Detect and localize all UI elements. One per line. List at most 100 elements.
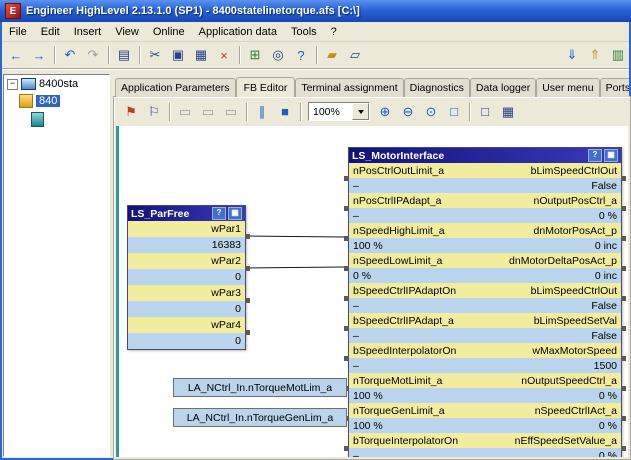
expander-icon[interactable]: −	[7, 79, 18, 90]
insert-fb-icon[interactable]: ⊞	[244, 45, 266, 66]
pin-label-input[interactable]: nSpeedLowLimit_a	[353, 255, 442, 267]
stop-icon[interactable]: ■	[274, 101, 296, 122]
pin-label-input[interactable]: nSpeedHighLimit_a	[353, 225, 445, 237]
tree-node-root[interactable]: − 8400sta	[4, 75, 109, 91]
block-help-icon[interactable]: ?	[588, 149, 602, 162]
title-bar[interactable]: E Engineer HighLevel 2.13.1.0 (SP1) - 84…	[0, 0, 631, 22]
tab-diagnostics[interactable]: Diagnostics	[404, 78, 470, 97]
port-reference-torque-mot[interactable]: LA_NCtrl_In.nTorqueMotLim_a	[173, 378, 347, 397]
zoom-dropdown-icon[interactable]	[352, 103, 369, 120]
sheet-flag-icon[interactable]: ⚑	[120, 101, 142, 122]
save-icon[interactable]: ▤	[113, 45, 135, 66]
zoom-original-icon[interactable]: ⊙	[420, 101, 442, 122]
pin-label-output[interactable]: bLimSpeedCtrlOut	[531, 285, 617, 297]
go-online-icon[interactable]: ▰	[321, 45, 343, 66]
copy-icon[interactable]: ▣	[167, 45, 189, 66]
order-c-icon[interactable]: ▭	[220, 101, 242, 122]
connection-line[interactable]	[247, 267, 345, 268]
output-connectors[interactable]	[621, 176, 626, 451]
pin-value: –	[353, 330, 359, 342]
output-connectors[interactable]	[245, 234, 250, 336]
upload-icon[interactable]: ⇑	[584, 45, 606, 66]
pause-icon[interactable]: ∥	[251, 101, 273, 122]
pin-label-output[interactable]: wPar4	[211, 319, 241, 331]
zoom-out-icon[interactable]: ⊖	[397, 101, 419, 122]
connection-line[interactable]	[247, 236, 345, 237]
forward-icon[interactable]: →	[28, 45, 50, 66]
pin-label-output[interactable]: wPar2	[211, 255, 241, 267]
tab-user-menu[interactable]: User menu	[536, 78, 599, 97]
pin-label-input[interactable]: nTorqueMotLimit_a	[353, 375, 442, 387]
tab-application-parameters[interactable]: Application Parameters	[115, 78, 236, 97]
pin-label-input[interactable]: bSpeedCtrlIPAdapt_a	[353, 315, 454, 327]
search-icon[interactable]: ◎	[267, 45, 289, 66]
redo-icon[interactable]: ↷	[82, 45, 104, 66]
fb-editor-panel: ⚑ ⚐ ▭ ▭ ▭ ∥ ■ 100% ⊕ ⊖ ⊙ □ □ ▦	[113, 96, 631, 460]
tree-node-label-selected[interactable]: 840	[36, 95, 60, 107]
pin-value: 0	[235, 303, 241, 315]
block-detail-icon[interactable]: ▦	[604, 149, 618, 162]
pin-label-output[interactable]: dnMotorDeltaPosAct_p	[509, 255, 617, 267]
block-title-bar[interactable]: LS_ParFree ? ▦	[128, 206, 245, 221]
tree-node-label[interactable]: 8400sta	[39, 78, 78, 90]
zoom-fit-icon[interactable]: □	[443, 101, 465, 122]
tab-data-logger[interactable]: Data logger	[470, 78, 536, 97]
pin-label-output[interactable]: nEffSpeedSetValue_a	[515, 435, 617, 447]
toolbar-separator	[300, 103, 301, 121]
pin-label-input[interactable]: nPosCtrlOutLimit_a	[353, 165, 444, 177]
monitor-icon[interactable]: ▥	[607, 45, 629, 66]
new-sheet-icon[interactable]: □	[474, 101, 496, 122]
go-offline-icon[interactable]: ▱	[344, 45, 366, 66]
menu-tools[interactable]: Tools	[284, 24, 324, 40]
paste-icon[interactable]: ▦	[190, 45, 212, 66]
tree-node-axis[interactable]: 840	[16, 91, 109, 109]
tab-terminal-assignment[interactable]: Terminal assignment	[295, 78, 403, 97]
order-a-icon[interactable]: ▭	[174, 101, 196, 122]
sheet-flag-alt-icon[interactable]: ⚐	[143, 101, 165, 122]
pin-label-input[interactable]: bSpeedInterpolatorOn	[353, 345, 456, 357]
tab-ports[interactable]: Ports	[600, 78, 629, 97]
pin-label-output[interactable]: wPar3	[211, 287, 241, 299]
pin-label-output[interactable]: wMaxMotorSpeed	[532, 345, 617, 357]
back-icon[interactable]: ←	[5, 45, 27, 66]
delete-icon[interactable]: ×	[213, 45, 235, 66]
port-reference-torque-gen[interactable]: LA_NCtrl_In.nTorqueGenLim_a	[173, 408, 347, 427]
menu-file[interactable]: File	[2, 24, 34, 40]
pin-label-output[interactable]: dnMotorPosAct_p	[534, 225, 617, 237]
pin-label-output[interactable]: nOutputPosCtrl_a	[534, 195, 617, 207]
pin-label-output[interactable]: bLimSpeedSetVal	[534, 315, 617, 327]
pin-label-output[interactable]: nSpeedCtrlIAct_a	[535, 405, 617, 417]
block-help-icon[interactable]: ?	[212, 207, 226, 220]
menu-insert[interactable]: Insert	[67, 24, 109, 40]
zoom-select[interactable]: 100%	[308, 102, 370, 121]
pin-value: –	[353, 360, 359, 372]
cut-icon[interactable]: ✂	[144, 45, 166, 66]
block-detail-icon[interactable]: ▦	[228, 207, 242, 220]
tree-node-application[interactable]	[28, 109, 109, 128]
zoom-in-icon[interactable]: ⊕	[374, 101, 396, 122]
menu-view[interactable]: View	[108, 24, 146, 40]
pin-label-output[interactable]: bLimSpeedCtrlOut	[531, 165, 617, 177]
block-title-bar[interactable]: LS_MotorInterface ? ▦	[349, 148, 621, 163]
pin-label-input[interactable]: nPosCtrlIPAdapt_a	[353, 195, 442, 207]
menu-help[interactable]: ?	[324, 24, 344, 40]
menu-application-data[interactable]: Application data	[192, 24, 284, 40]
pin-label-input[interactable]: bTorqueInterpolatorOn	[353, 435, 458, 447]
fb-block-ls-motorinterface[interactable]: LS_MotorInterface ? ▦ nPosCtrlOutLimit_a…	[348, 147, 622, 457]
help-icon[interactable]: ?	[290, 45, 312, 66]
block-title: LS_ParFree	[131, 208, 210, 220]
undo-icon[interactable]: ↶	[59, 45, 81, 66]
menu-edit[interactable]: Edit	[34, 24, 67, 40]
sheet-grid-icon[interactable]: ▦	[497, 101, 519, 122]
pin-label-input[interactable]: nTorqueGenLimit_a	[353, 405, 445, 417]
order-b-icon[interactable]: ▭	[197, 101, 219, 122]
fb-canvas[interactable]: LS_ParFree ? ▦ wPar1 16383 wPar2 0 wPar3…	[116, 126, 628, 457]
download-icon[interactable]: ⇓	[561, 45, 583, 66]
tab-fb-editor[interactable]: FB Editor	[236, 77, 296, 97]
menu-online[interactable]: Online	[146, 24, 192, 40]
pin-label-output[interactable]: nOutputSpeedCtrl_a	[521, 375, 617, 387]
pin-value: –	[353, 450, 359, 458]
fb-block-ls-parfree[interactable]: LS_ParFree ? ▦ wPar1 16383 wPar2 0 wPar3…	[127, 205, 246, 350]
pin-label-input[interactable]: bSpeedCtrlIPAdaptOn	[353, 285, 456, 297]
pin-label-output[interactable]: wPar1	[211, 223, 241, 235]
